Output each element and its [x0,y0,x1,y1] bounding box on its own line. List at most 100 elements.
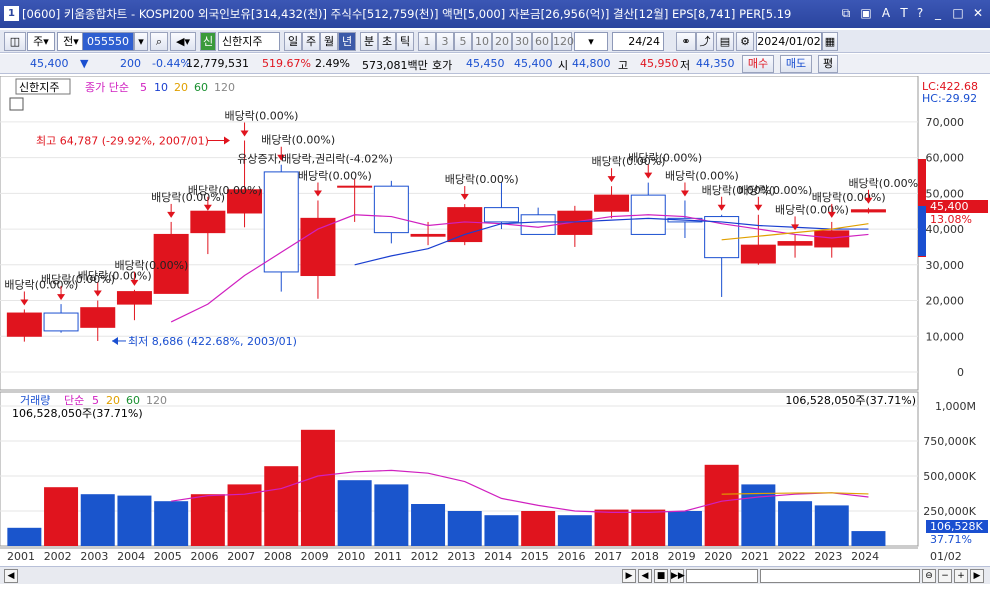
custom-interval-input[interactable]: ▾ [574,32,608,51]
calendar-icon[interactable]: ▦ [822,32,838,51]
plus-icon[interactable]: + [954,569,968,583]
maximize-icon[interactable]: □ [950,5,966,21]
window-title: [0600] 키움종합차트 - KOSPI200 외국인보유[314,432(천… [22,7,792,21]
ask-price: 45,450 [466,57,505,70]
x-tick-label: 2010 [337,550,365,563]
draw-icon[interactable]: ⤴ [696,32,714,51]
volume-bar [557,515,592,546]
interval-5-button[interactable]: 5 [454,32,472,51]
interval-10-button[interactable]: 10 [472,32,492,51]
save-icon[interactable]: ▤ [716,32,734,51]
eval-button[interactable]: 평 [818,55,838,73]
volume-value-left: 106,528,050주(37.71%) [12,407,143,420]
fast-forward-icon[interactable]: ▶▶ [670,569,685,583]
period-year-button[interactable]: 년 [338,32,356,51]
play-back-icon[interactable]: ◀ [638,569,652,583]
volume-bar [447,511,482,546]
candle-body [190,210,226,234]
mode-select-2[interactable]: 전▾ [57,32,85,51]
chart-area[interactable]: 배당락(0.00%) 배당락(0.00%) 배당락(0.00%) 배당락(0.00%)… [0,75,990,564]
low-price: 44,350 [696,57,735,70]
count-input[interactable]: 24/24 [612,32,664,51]
scroll-right-icon[interactable]: ▶ [970,569,984,583]
volume-bar [484,515,519,546]
volume-bar [631,509,666,546]
x-tick-label: 2015 [521,550,549,563]
price-tick-label: 50,000 [926,187,965,200]
hc-label: HC:-29.92 [922,92,977,105]
period-minute-button[interactable]: 분 [360,32,378,51]
x-tick-label: 2006 [191,550,219,563]
help-icon[interactable]: ? [912,5,928,21]
candle-body [263,171,299,273]
candle-body [447,207,483,243]
interval-120-button[interactable]: 120 [552,32,574,51]
period-month-button[interactable]: 월 [320,32,338,51]
window-number-badge: 1 [4,6,19,21]
date-input[interactable]: 2024/01/02 [756,32,822,51]
x-tick-label: 2002 [44,550,72,563]
candle-body [814,230,850,248]
volume-ma-5: 5 [92,394,99,407]
dividend-annotation: 배당락(0.00%) [738,184,812,197]
stock-code-input[interactable]: 055550 [82,32,134,51]
buy-button[interactable]: 매수 [742,55,774,73]
dividend-annotation: 배당락(0.00%) [298,169,372,182]
candle-body [740,244,776,264]
x-tick-label: 2005 [154,550,182,563]
sound-icon[interactable]: ◀▾ [170,32,196,51]
search-icon[interactable]: ⌕ [150,32,168,51]
interval-60-button[interactable]: 60 [532,32,552,51]
dividend-annotation: 배당락(0.00%) [628,152,702,165]
price-tick-label: 10,000 [926,330,965,343]
price-ma-10: 10 [154,81,168,94]
chart-scrollbar[interactable]: ◀ ▶ ◀ ■ ▶▶ ⊖ − + ▶ [0,566,990,584]
interval-1-button[interactable]: 1 [418,32,436,51]
period-week-button[interactable]: 주 [302,32,320,51]
price-range-marker-low [918,206,926,256]
price-ma-5: 5 [140,81,147,94]
detach-icon[interactable]: ▣ [858,5,874,21]
font-icon[interactable]: A [878,5,894,21]
close-icon[interactable]: ✕ [970,5,986,21]
period-tick-button[interactable]: 틱 [396,32,414,51]
interval-20-button[interactable]: 20 [492,32,512,51]
scroll-left-icon[interactable]: ◀ [4,569,18,583]
gear-icon[interactable]: ⚙ [736,32,754,51]
price-ma-label: 종가 단순 [85,81,129,94]
candle-body [520,214,556,235]
step-back-icon[interactable]: ▶ [622,569,636,583]
dividend-annotation: 배당락(0.00%) [225,109,299,122]
volume-bar [704,464,739,546]
price-ma-120: 120 [214,81,235,94]
candle-body [483,207,519,223]
layout-icon[interactable]: ◫ [4,32,26,51]
restore-icon[interactable]: ⧉ [838,5,854,21]
interval-3-button[interactable]: 3 [436,32,454,51]
link-icon[interactable]: ⚭ [676,32,696,51]
zoom-out-icon[interactable]: ⊖ [922,569,936,583]
code-dropdown-icon[interactable]: ▾ [134,32,148,51]
interval-30-button[interactable]: 30 [512,32,532,51]
text-icon[interactable]: T [896,5,912,21]
minimize-icon[interactable]: _ [930,5,946,21]
dividend-annotation: 배당락(0.00%) [665,169,739,182]
volume-bar [7,527,42,546]
stop-icon[interactable]: ■ [654,569,668,583]
volume-bar [300,429,335,546]
favorite-icon[interactable]: 신 [200,32,216,51]
y-axis-labels: 70,00060,00050,00040,00030,00020,00010,0… [926,116,965,379]
period-day-button[interactable]: 일 [284,32,302,51]
scroll-track[interactable] [686,569,758,583]
bid-price: 45,400 [514,57,553,70]
minus-icon[interactable]: − [938,569,952,583]
mode-select-1[interactable]: 주▾ [27,32,55,51]
period-second-button[interactable]: 초 [378,32,396,51]
low-label: 저 [680,59,691,72]
open-price: 44,800 [572,57,611,70]
candle-body [373,185,409,234]
sell-button[interactable]: 매도 [780,55,812,73]
grid-toggle-icon[interactable] [9,97,24,111]
volume-bar [814,505,849,546]
zoom-track[interactable] [760,569,920,583]
